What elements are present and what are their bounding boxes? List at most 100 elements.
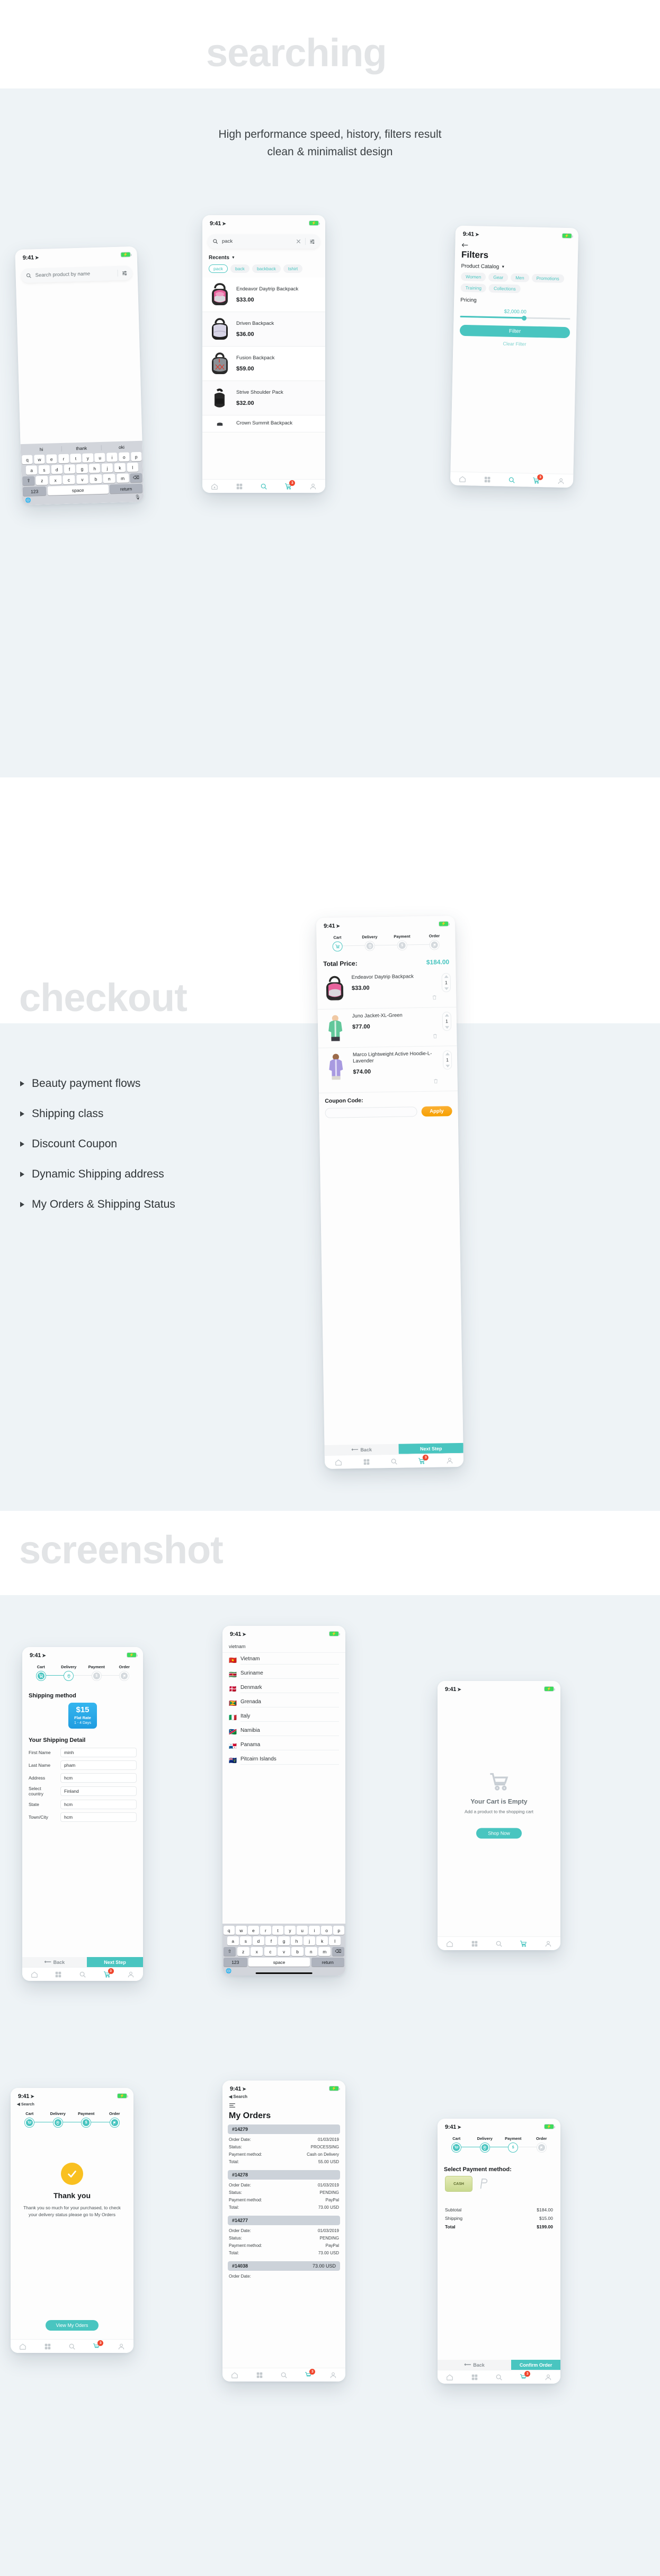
key-z[interactable]: z xyxy=(237,1947,249,1956)
bottom-tab-bar[interactable]: 3 xyxy=(222,2368,345,2382)
keyboard-row-2[interactable]: a s d f g h j k l xyxy=(224,1936,344,1945)
increment-icon[interactable] xyxy=(444,1014,449,1017)
list-item[interactable]: 🇩🇰 Denmark xyxy=(222,1681,345,1696)
table-row[interactable]: Juno Jacket-XL-Green $77.00 1 xyxy=(317,1007,457,1048)
key-i[interactable]: i xyxy=(106,453,118,462)
key-f[interactable]: f xyxy=(64,464,75,474)
key-i[interactable]: i xyxy=(309,1926,320,1935)
person-icon[interactable] xyxy=(309,483,317,490)
list-item[interactable]: #14277 Order Date: 01/03/2019 Status: PEND… xyxy=(222,2216,345,2261)
keyboard-row-4[interactable]: 123 space return xyxy=(224,1958,344,1967)
return-key[interactable]: return xyxy=(109,483,143,494)
key-h[interactable]: h xyxy=(291,1936,302,1945)
key-n[interactable]: n xyxy=(103,474,115,483)
sliders-icon[interactable] xyxy=(121,270,127,276)
wizard-nav[interactable]: ⟵ Back Next Step xyxy=(22,1957,143,1967)
back-button[interactable]: ⟵ Back xyxy=(324,1444,399,1455)
key-l[interactable]: l xyxy=(127,462,139,472)
step-delivery[interactable]: Delivery xyxy=(55,1665,96,1681)
wizard-nav[interactable]: ⟵ Back Confirm Order xyxy=(438,2360,560,2370)
cart-icon[interactable]: 3 xyxy=(284,480,296,490)
person-icon[interactable] xyxy=(545,2374,552,2381)
key-y[interactable]: y xyxy=(284,1926,296,1935)
key-e[interactable]: e xyxy=(248,1926,259,1935)
key-j[interactable]: j xyxy=(304,1936,315,1945)
key-w[interactable]: w xyxy=(34,454,45,464)
keyboard-row-4[interactable]: 123 space return xyxy=(22,483,143,497)
cart-icon[interactable]: 3 xyxy=(93,2340,104,2350)
chevron-down-icon[interactable]: ▼ xyxy=(231,256,235,260)
recent-chips[interactable]: pack back backback tshirt xyxy=(202,264,325,278)
paypal-icon[interactable] xyxy=(478,2177,489,2191)
grid-icon[interactable] xyxy=(44,2343,51,2350)
country-search-input[interactable]: vietnam xyxy=(222,1640,345,1653)
step-payment[interactable]: Payment $ xyxy=(72,2111,114,2128)
space-key[interactable]: space xyxy=(248,1958,310,1967)
chip-gear[interactable]: Gear xyxy=(488,272,509,282)
key-x[interactable]: x xyxy=(251,1947,263,1956)
step-cart[interactable]: Cart xyxy=(27,1665,69,1681)
step-payment[interactable]: Payment $ xyxy=(83,1665,124,1681)
key-k[interactable]: k xyxy=(316,1936,328,1945)
key-p[interactable]: p xyxy=(130,452,142,462)
key-n[interactable]: n xyxy=(305,1947,317,1956)
cart-icon[interactable]: 3 xyxy=(532,474,543,484)
grid-icon[interactable] xyxy=(362,1458,370,1465)
apply-button[interactable]: Apply xyxy=(421,1105,452,1117)
clear-filter-link[interactable]: Clear Filter xyxy=(453,340,576,348)
chip-backback[interactable]: backback xyxy=(252,264,281,273)
price-slider[interactable]: $2,000.00 xyxy=(454,306,577,321)
confirm-order-button[interactable]: Confirm Order xyxy=(511,2360,560,2370)
person-icon[interactable] xyxy=(127,1971,135,1978)
list-item[interactable]: 🇵🇳 Pitcairn Islands xyxy=(222,1753,345,1767)
key-s[interactable]: s xyxy=(38,465,50,475)
home-icon[interactable] xyxy=(446,1940,453,1948)
on-screen-keyboard[interactable]: q w e r t y u i o p a s d f g h j k l ⇧ … xyxy=(222,1924,345,1976)
key-j[interactable]: j xyxy=(101,463,113,473)
globe-icon[interactable]: 🌐 xyxy=(23,496,82,503)
arrow-left-icon[interactable] xyxy=(461,242,468,248)
search-input[interactable]: Search product by name xyxy=(21,265,132,284)
trash-icon[interactable] xyxy=(432,994,437,1000)
person-icon[interactable] xyxy=(557,477,565,484)
checkout-stepper[interactable]: Cart Delivery Payment $ Order xyxy=(11,2108,133,2130)
bottom-tab-bar[interactable]: 3 xyxy=(324,1453,464,1469)
keyboard-row-3[interactable]: ⇧ z x c v b n m ⌫ xyxy=(224,1947,344,1956)
key-y[interactable]: y xyxy=(82,453,94,463)
list-item[interactable]: 🇳🇦 Namibia xyxy=(222,1724,345,1739)
back-to-search-link[interactable]: ◀ Search xyxy=(222,2094,345,2099)
step-cart[interactable]: Cart xyxy=(321,935,353,952)
chip-pack[interactable]: pack xyxy=(209,264,228,273)
list-item[interactable]: 🇸🇷 Suriname xyxy=(222,1667,345,1681)
step-order[interactable]: Order xyxy=(528,2136,556,2153)
grid-icon[interactable] xyxy=(55,1971,62,1978)
search-input[interactable]: pack xyxy=(208,234,320,249)
keyboard-row-5[interactable]: 🌐 🎙 xyxy=(23,494,142,503)
decrement-icon[interactable] xyxy=(445,1064,450,1068)
key-b[interactable]: b xyxy=(90,474,102,484)
key-u[interactable]: u xyxy=(297,1926,308,1935)
step-delivery[interactable]: Delivery xyxy=(353,934,386,951)
bottom-tab-bar[interactable]: 3 xyxy=(11,2339,133,2353)
grid-icon[interactable] xyxy=(484,475,491,483)
backspace-icon[interactable]: ⌫ xyxy=(332,1947,344,1956)
bottom-tab-bar[interactable]: 3 xyxy=(22,1967,143,1981)
bottom-tab-bar[interactable]: 3 xyxy=(438,2370,560,2384)
cart-icon[interactable]: 3 xyxy=(520,2370,531,2381)
next-step-button[interactable]: Next Step xyxy=(86,1957,143,1967)
step-delivery[interactable]: Delivery xyxy=(44,2111,86,2128)
list-item[interactable]: 🇻🇳 Vietnam xyxy=(222,1653,345,1667)
search-icon[interactable] xyxy=(68,2343,76,2350)
back-button[interactable]: ⟵ Back xyxy=(22,1957,87,1967)
increment-icon[interactable] xyxy=(444,975,449,978)
key-t[interactable]: t xyxy=(70,453,82,463)
prediction-2[interactable]: oki xyxy=(101,444,141,450)
first-name-field[interactable]: minh xyxy=(60,1748,137,1757)
bottom-tab-bar[interactable]: 3 xyxy=(450,471,574,488)
key-g[interactable]: g xyxy=(278,1936,290,1945)
list-item[interactable]: Endeavor Daytrip Backpack $33.00 xyxy=(202,278,325,312)
home-icon[interactable] xyxy=(31,1971,38,1978)
key-u[interactable]: u xyxy=(94,453,105,463)
list-item[interactable]: #14038 73.00 USD Order Date: xyxy=(222,2261,345,2281)
key-p[interactable]: p xyxy=(333,1926,344,1935)
